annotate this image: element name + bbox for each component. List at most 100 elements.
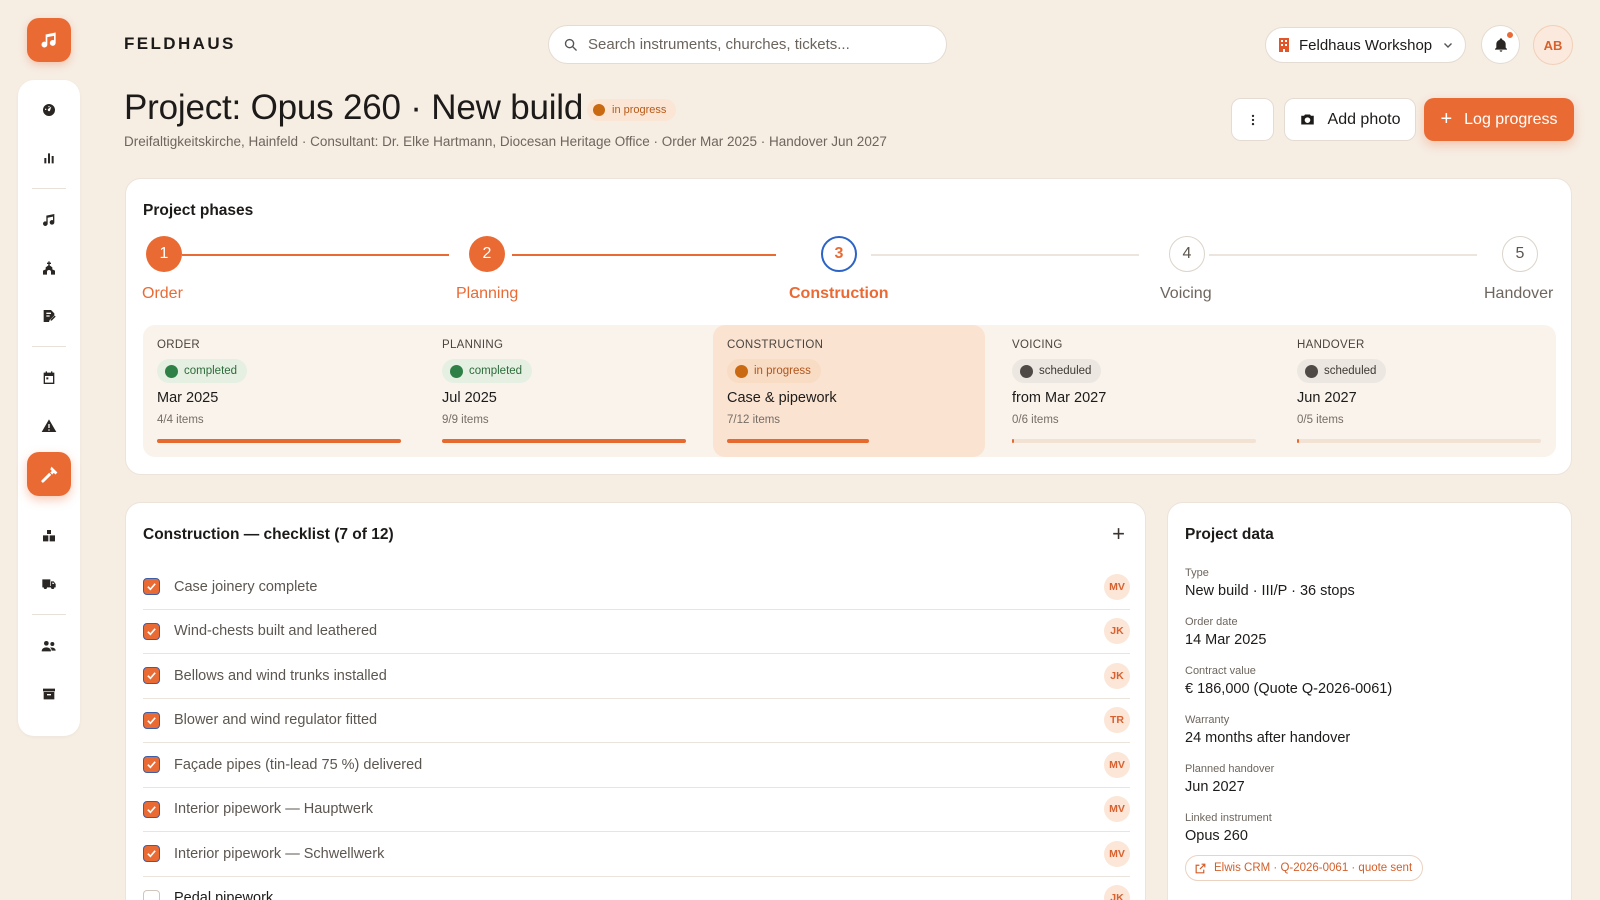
sidebar-item-archive[interactable] — [27, 672, 71, 716]
phase-progress-bar — [727, 439, 971, 443]
project-data-list: Type New build · III/P · 36 stops Order … — [1185, 567, 1392, 861]
step-1-circle[interactable]: 1 — [146, 236, 182, 272]
step-connector — [512, 254, 776, 256]
check-icon — [147, 850, 156, 858]
warning-icon — [41, 419, 57, 432]
user-avatar[interactable]: AB — [1533, 25, 1573, 65]
log-progress-button[interactable]: + Log progress — [1424, 98, 1574, 141]
phase-status-badge: completed — [442, 359, 533, 383]
assignee-avatar[interactable]: JK — [1104, 618, 1130, 645]
sidebar-item-issues[interactable] — [27, 404, 71, 448]
checklist-row[interactable]: Bellows and wind trunks installed JK — [143, 654, 1130, 699]
phase-progress-fill — [442, 439, 686, 443]
step-4-circle[interactable]: 4 — [1169, 236, 1205, 272]
status-badge: in progress — [587, 99, 677, 121]
church-icon — [43, 261, 55, 275]
sidebar-item-team[interactable] — [27, 624, 71, 668]
checklist-row[interactable]: Pedal pipework JK — [143, 877, 1130, 900]
step-2-label: Planning — [456, 285, 519, 302]
sidebar-item-dashboard[interactable] — [27, 88, 71, 132]
search-input[interactable] — [588, 36, 918, 53]
field-value[interactable]: Opus 260 — [1185, 828, 1392, 844]
sidebar-item-inventory[interactable] — [27, 514, 71, 558]
field-label: Warranty — [1185, 714, 1230, 726]
check-icon — [147, 805, 156, 814]
phase-progress-fill — [727, 439, 869, 443]
sidebar-item-reports[interactable] — [27, 136, 71, 180]
checklist-row[interactable]: Case joinery complete MV — [143, 565, 1130, 610]
assignee-avatar[interactable]: MV — [1104, 573, 1130, 600]
crm-link[interactable]: Elwis CRM · Q-2026-0061 · quote sent — [1185, 855, 1424, 881]
step-2-circle[interactable]: 2 — [469, 236, 505, 272]
boxes-icon — [43, 530, 55, 542]
step-3-circle[interactable]: 3 — [821, 236, 857, 272]
truck-icon — [42, 579, 56, 589]
checklist-row[interactable]: Interior pipework — Hauptwerk MV — [143, 788, 1130, 832]
plus-icon: + — [1440, 108, 1453, 130]
checkbox[interactable] — [143, 667, 160, 685]
phase-box-planning[interactable]: PLANNING completed Jul 2025 9/9 items — [428, 325, 700, 457]
more-vertical-icon — [1251, 114, 1254, 125]
app-logo-icon[interactable] — [27, 18, 71, 62]
sidebar-item-instruments[interactable] — [27, 198, 71, 242]
add-checklist-item-button[interactable]: + — [1112, 521, 1125, 547]
checklist-row[interactable]: Façade pipes (tin-lead 75 %) delivered MV — [143, 743, 1130, 788]
phase-box-voicing[interactable]: VOICING scheduled from Mar 2027 0/6 item… — [998, 325, 1270, 457]
check-icon — [147, 761, 156, 769]
phase-status-text: scheduled — [1039, 365, 1092, 377]
sidebar-divider — [32, 188, 66, 189]
phase-box-construction[interactable]: CONSTRUCTION in progress Case & pipework… — [713, 325, 985, 457]
phase-progress-fill — [1297, 439, 1300, 443]
sidebar-item-logistics[interactable] — [27, 562, 71, 606]
status-dot — [1020, 364, 1033, 378]
checkbox[interactable] — [143, 578, 160, 596]
checkbox[interactable] — [143, 889, 160, 900]
phase-box-handover[interactable]: HANDOVER scheduled Jun 2027 0/5 items — [1283, 325, 1555, 457]
phase-stepper: 1 2 3 4 5 Order Planning Construction Vo… — [126, 179, 1571, 309]
phase-items: 7/12 items — [727, 414, 781, 426]
phase-label: PLANNING — [442, 339, 504, 351]
step-connector — [182, 254, 449, 256]
step-5-circle[interactable]: 5 — [1502, 236, 1538, 272]
checkbox[interactable] — [143, 845, 160, 863]
checklist-item-text: Interior pipework — Hauptwerk — [174, 801, 374, 818]
project-data-card: Project data Type New build · III/P · 36… — [1167, 502, 1572, 900]
assignee-avatar[interactable]: MV — [1104, 840, 1130, 867]
assignee-avatar[interactable]: TR — [1104, 707, 1130, 734]
phase-summary-row: ORDER completed Mar 2025 4/4 items PLANN… — [143, 325, 1556, 457]
sidebar-item-churches[interactable] — [27, 246, 71, 290]
checklist-row[interactable]: Blower and wind regulator fitted TR — [143, 699, 1130, 743]
search-icon — [564, 38, 577, 51]
brand-name: FELDHAUS — [124, 34, 236, 53]
sidebar — [18, 80, 80, 736]
assignee-avatar[interactable]: JK — [1104, 662, 1130, 689]
step-1-label: Order — [142, 285, 183, 302]
notifications-button[interactable] — [1481, 25, 1520, 64]
checklist-row[interactable]: Wind-chests built and leathered JK — [143, 610, 1130, 654]
add-photo-button[interactable]: Add photo — [1284, 98, 1416, 141]
assignee-avatar[interactable]: MV — [1104, 796, 1130, 823]
field-value: € 186,000 (Quote Q-2026-0061) — [1185, 681, 1393, 697]
search-bar[interactable] — [548, 25, 947, 64]
field-value: 14 Mar 2025 — [1185, 632, 1267, 648]
checkbox[interactable] — [143, 756, 160, 774]
checkbox[interactable] — [143, 622, 160, 640]
phase-date: Mar 2025 — [157, 390, 219, 406]
status-dot — [593, 104, 605, 116]
checkbox[interactable] — [143, 711, 160, 729]
checklist-row[interactable]: Interior pipework — Schwellwerk MV — [143, 832, 1130, 877]
sidebar-item-projects[interactable] — [27, 452, 71, 496]
phase-progress-bar — [1297, 439, 1541, 443]
sidebar-item-calendar[interactable] — [27, 356, 71, 400]
phase-box-order[interactable]: ORDER completed Mar 2025 4/4 items — [143, 325, 415, 457]
more-options-button[interactable] — [1231, 98, 1274, 141]
checklist-title: Construction — checklist (7 of 12) — [143, 526, 394, 543]
field-contract-value: Contract value € 186,000 (Quote Q-2026-0… — [1185, 665, 1392, 714]
checkbox[interactable] — [143, 800, 160, 818]
phase-status-text: completed — [184, 365, 238, 377]
workshop-selector[interactable]: Feldhaus Workshop — [1265, 27, 1466, 63]
assignee-avatar[interactable]: JK — [1104, 885, 1130, 900]
sidebar-item-contracts[interactable] — [27, 294, 71, 338]
field-label: Order date — [1185, 616, 1238, 628]
assignee-avatar[interactable]: MV — [1104, 751, 1130, 778]
